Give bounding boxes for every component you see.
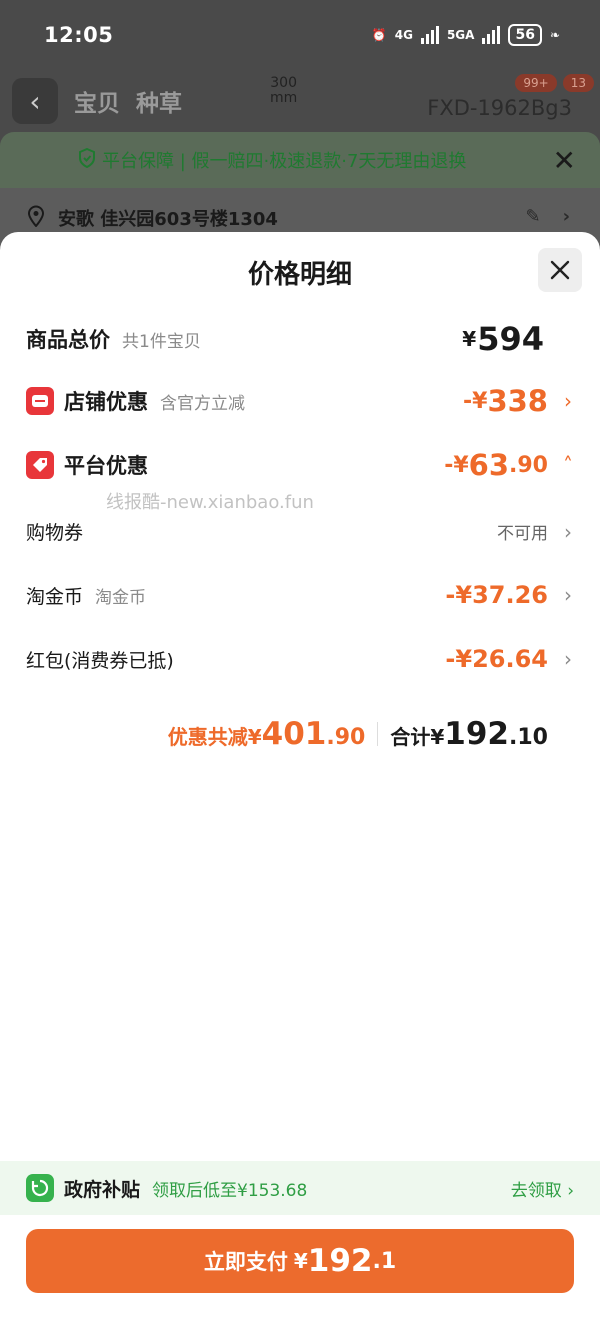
- edit-icon: ✎: [525, 206, 541, 227]
- network-5ga-label: 5GA: [446, 28, 475, 42]
- background-badges: 99+ 13: [515, 74, 594, 92]
- total-discount: 优惠共减¥401.90: [168, 716, 366, 752]
- chevron-right-icon: ›: [564, 583, 572, 607]
- red-packet-label: 红包(消费券已抵): [26, 649, 174, 672]
- shop-icon: [26, 387, 54, 415]
- subsidy-title: 政府补贴: [64, 1178, 141, 1201]
- platform-discount-row[interactable]: 平台优惠 -¥ 63 .90 ˄: [26, 448, 574, 482]
- grand-total-amount: 192: [444, 716, 510, 752]
- goods-total-row: 商品总价 共1件宝贝 ¥ 594: [26, 320, 574, 358]
- signal-icon: [420, 26, 439, 44]
- goods-total-label: 商品总价: [26, 328, 110, 352]
- badge-count: 13: [562, 74, 594, 92]
- pay-now-button[interactable]: 立即支付 ¥ 192 .1: [26, 1229, 574, 1293]
- guarantee-text: 平台保障 | 假一赔四·极速退款·7天无理由退换: [102, 151, 467, 172]
- refresh-icon: [26, 1174, 54, 1202]
- network-4g-label: 4G: [394, 28, 413, 42]
- red-packet-row[interactable]: 红包(消费券已抵) -¥26.64 ›: [26, 645, 574, 673]
- address-actions: ✎ ›: [525, 206, 570, 227]
- background-page: 12:05 ⏰ 4G 5GA 56 ❧ ‹ 宝贝 种草 300 mm 99+ 13…: [0, 0, 600, 260]
- chevron-right-icon: ›: [564, 389, 572, 413]
- sheet-title: 价格明细: [247, 260, 352, 290]
- taojinbi-row[interactable]: 淘金币 淘金币 -¥37.26 ›: [26, 581, 574, 609]
- alarm-icon: ⏰: [371, 28, 387, 42]
- back-arrow-icon: ‹: [12, 78, 58, 124]
- chevron-up-icon: ˄: [563, 453, 573, 477]
- pay-amount: 192: [307, 1243, 373, 1279]
- chevron-right-icon: ›: [562, 206, 570, 227]
- taojinbi-sub: 淘金币: [95, 587, 147, 608]
- total-discount-label: 优惠共减: [167, 725, 248, 749]
- status-bar: 12:05 ⏰ 4G 5GA 56 ❧: [0, 0, 600, 70]
- claim-link[interactable]: 去领取 ›: [511, 1176, 574, 1201]
- status-icons: ⏰ 4G 5GA 56 ❧: [372, 24, 560, 46]
- location-icon: [26, 205, 46, 232]
- chevron-right-icon: ›: [564, 519, 572, 544]
- product-code: FXD-1962Bg3: [427, 96, 572, 120]
- red-packet-value: -¥26.64: [445, 645, 548, 673]
- grand-total-decimal: .10: [509, 725, 548, 750]
- shop-discount-sub: 含官方立减: [160, 393, 245, 414]
- status-time: 12:05: [44, 23, 114, 47]
- goods-total-amount: 594: [477, 320, 544, 358]
- discount-prefix: -¥: [444, 452, 469, 478]
- yen-symbol: ¥: [247, 725, 262, 749]
- taojinbi-label: 淘金币: [26, 585, 84, 608]
- shop-discount-amount: 338: [487, 384, 548, 418]
- background-tab-item: 宝贝: [74, 91, 120, 117]
- platform-discount-decimal: .90: [509, 452, 548, 478]
- close-button[interactable]: [538, 248, 582, 292]
- discount-prefix: -¥: [463, 388, 488, 414]
- dimension-label: 300 mm: [270, 75, 298, 106]
- price-summary: 优惠共减¥401.90 合计¥192.10: [168, 716, 548, 752]
- yen-symbol: ¥: [293, 1249, 308, 1273]
- background-tab-grass: 种草: [136, 91, 182, 117]
- address-text: 安歌 佳兴园603号楼1304: [58, 209, 278, 230]
- total-discount-amount: 401: [261, 716, 327, 752]
- shop-discount-row[interactable]: 店铺优惠 含官方立减 -¥ 338 ›: [26, 384, 574, 418]
- grand-total: 合计¥192.10: [390, 716, 548, 752]
- yen-symbol: ¥: [462, 327, 477, 351]
- yen-symbol: ¥: [430, 725, 445, 749]
- platform-discount-label: 平台优惠: [64, 454, 148, 478]
- badge-count: 99+: [515, 74, 557, 92]
- signal-icon-2: [482, 26, 501, 44]
- subsidy-desc: 领取后低至¥153.68: [152, 1180, 308, 1201]
- close-icon: [550, 260, 570, 280]
- tag-icon: [26, 451, 54, 479]
- guarantee-bar: 平台保障 | 假一赔四·极速退款·7天无理由退换 ✕: [0, 132, 600, 188]
- divider: [377, 722, 379, 746]
- pay-amount-decimal: .1: [372, 1248, 397, 1274]
- taojinbi-value: -¥37.26: [445, 581, 548, 609]
- chevron-right-icon: ›: [564, 647, 572, 671]
- watermark-text: 线报酷-new.xianbao.fun: [106, 492, 314, 513]
- shield-icon: [78, 147, 96, 173]
- platform-discount-amount: 63: [468, 448, 510, 482]
- total-discount-decimal: .90: [326, 725, 366, 750]
- coupon-row[interactable]: 购物券 不可用 ›: [26, 518, 574, 545]
- coupon-value: 不可用: [497, 524, 548, 544]
- coupon-label: 购物券: [26, 522, 84, 544]
- claim-link-label: 去领取: [510, 1180, 562, 1201]
- pay-button-label: 立即支付: [203, 1250, 288, 1274]
- close-icon: ✕: [552, 144, 576, 177]
- battery-icon: 56: [508, 24, 542, 46]
- government-subsidy-bar[interactable]: 政府补贴 领取后低至¥153.68 去领取 ›: [0, 1161, 600, 1215]
- grand-total-label: 合计: [390, 725, 431, 749]
- shop-discount-label: 店铺优惠: [64, 390, 148, 414]
- leaf-icon: ❧: [549, 28, 560, 42]
- price-detail-sheet: 价格明细 商品总价 共1件宝贝 ¥ 594 店铺优惠 含官方立减 -¥ 338 …: [0, 232, 600, 1317]
- goods-total-sub: 共1件宝贝: [122, 331, 201, 352]
